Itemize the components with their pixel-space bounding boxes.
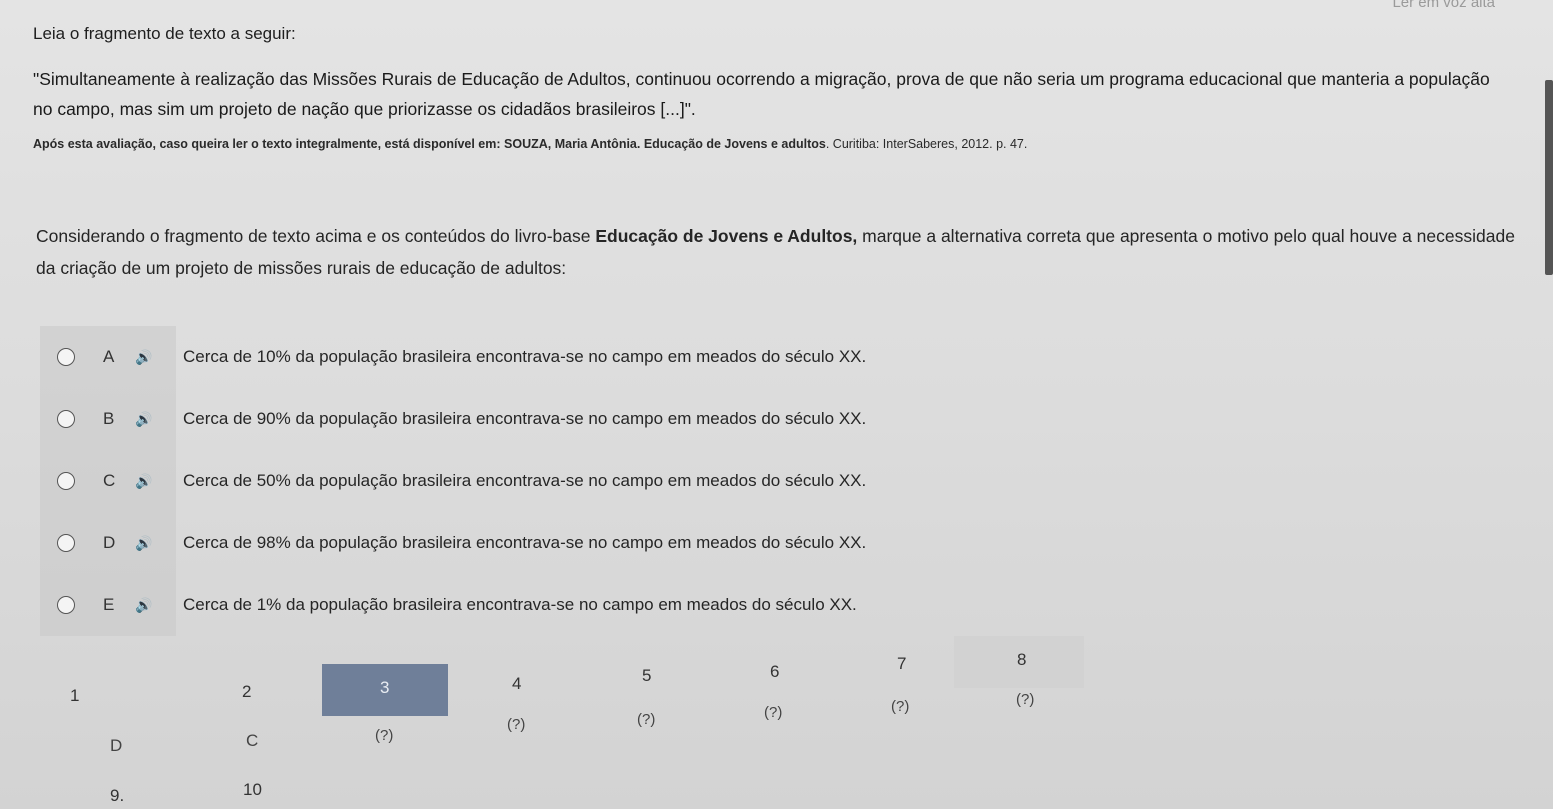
- nav-number: 1: [70, 686, 80, 705]
- speaker-icon[interactable]: 🔊: [135, 411, 157, 428]
- radio-button[interactable]: [57, 534, 75, 552]
- citation-book: Educação de Jovens e adultos: [643, 137, 826, 151]
- radio-button[interactable]: [57, 472, 75, 490]
- citation-suffix: . Curitiba: InterSaberes, 2012. p. 47.: [825, 137, 1028, 151]
- nav-answer-1: D: [110, 736, 123, 755]
- question-before: Considerando o fragmento de texto acima …: [36, 226, 596, 246]
- nav-answer-4: (?): [507, 716, 526, 733]
- option-text: Cerca de 50% da população brasileira enc…: [183, 471, 867, 490]
- option-d[interactable]: D 🔊 Cerca de 98% da população brasileira…: [40, 512, 1120, 574]
- nav-number: 6: [770, 662, 780, 681]
- citation-prefix: Após esta avaliação, caso queira ler o t…: [33, 137, 644, 151]
- nav-answer-6: (?): [764, 704, 783, 721]
- option-text: Cerca de 90% da população brasileira enc…: [183, 409, 867, 428]
- speaker-icon[interactable]: 🔊: [135, 473, 157, 490]
- nav-number: 4: [512, 674, 522, 693]
- nav-question-4[interactable]: 4: [450, 660, 580, 712]
- scrollbar[interactable]: [1545, 80, 1553, 275]
- nav-question-2[interactable]: 2: [180, 668, 310, 720]
- question-navigation: 1 D 2 C 3 (?) 4 (?) 5 (?) 6 (?) 7 (?) 8 …: [40, 636, 1084, 806]
- nav-question-1[interactable]: 1: [40, 672, 170, 724]
- nav-question-5[interactable]: 5: [580, 652, 710, 704]
- nav-answer-3: (?): [375, 727, 394, 744]
- option-letter: C: [103, 471, 116, 490]
- nav-answer-7: (?): [891, 698, 910, 715]
- quiz-page: Ler em voz alta Leia o fragmento de text…: [0, 0, 1553, 809]
- option-letter: E: [103, 595, 115, 614]
- option-text: Cerca de 1% da população brasileira enco…: [183, 595, 857, 614]
- nav-question-6[interactable]: 6: [710, 648, 840, 700]
- nav-question-7[interactable]: 7: [840, 640, 970, 692]
- nav-answer-8: (?): [1016, 691, 1035, 708]
- speaker-icon[interactable]: 🔊: [135, 349, 157, 366]
- option-a[interactable]: A 🔊 Cerca de 10% da população brasileira…: [40, 326, 1120, 388]
- option-b[interactable]: B 🔊 Cerca de 90% da população brasileira…: [40, 388, 1120, 450]
- nav-answer-2: C: [246, 731, 259, 750]
- question-text: Considerando o fragmento de texto acima …: [36, 220, 1516, 284]
- option-c[interactable]: C 🔊 Cerca de 50% da população brasileira…: [40, 450, 1120, 512]
- speaker-icon[interactable]: 🔊: [135, 597, 157, 614]
- option-e[interactable]: E 🔊 Cerca de 1% da população brasileira …: [40, 574, 1120, 636]
- option-text: Cerca de 10% da população brasileira enc…: [183, 347, 867, 366]
- nav-question-10[interactable]: 10: [243, 780, 262, 800]
- radio-button[interactable]: [57, 348, 75, 366]
- citation-text: Após esta avaliação, caso queira ler o t…: [33, 137, 1513, 151]
- option-letter: A: [103, 347, 115, 366]
- nav-number: 5: [642, 666, 652, 685]
- options-list: A 🔊 Cerca de 10% da população brasileira…: [40, 326, 1120, 636]
- question-book: Educação de Jovens e Adultos,: [595, 226, 858, 246]
- speaker-icon[interactable]: 🔊: [135, 535, 157, 552]
- nav-number: 7: [897, 654, 907, 673]
- option-letter: D: [103, 533, 116, 552]
- read-aloud-link[interactable]: Ler em voz alta: [1392, 0, 1495, 11]
- quote-text: "Simultaneamente à realização das Missõe…: [33, 69, 1490, 119]
- nav-question-9[interactable]: 9.: [110, 786, 124, 806]
- nav-question-3[interactable]: 3: [322, 664, 448, 716]
- nav-number: 2: [242, 682, 252, 701]
- radio-button[interactable]: [57, 410, 75, 428]
- radio-button[interactable]: [57, 596, 75, 614]
- option-text: Cerca de 98% da população brasileira enc…: [183, 533, 867, 552]
- nav-answer-5: (?): [637, 711, 656, 728]
- nav-question-8[interactable]: 8: [954, 636, 1084, 688]
- nav-number: 8: [1017, 650, 1027, 669]
- nav-number: 3: [380, 678, 390, 697]
- intro-text: Leia o fragmento de texto a seguir:: [33, 24, 296, 43]
- option-letter: B: [103, 409, 115, 428]
